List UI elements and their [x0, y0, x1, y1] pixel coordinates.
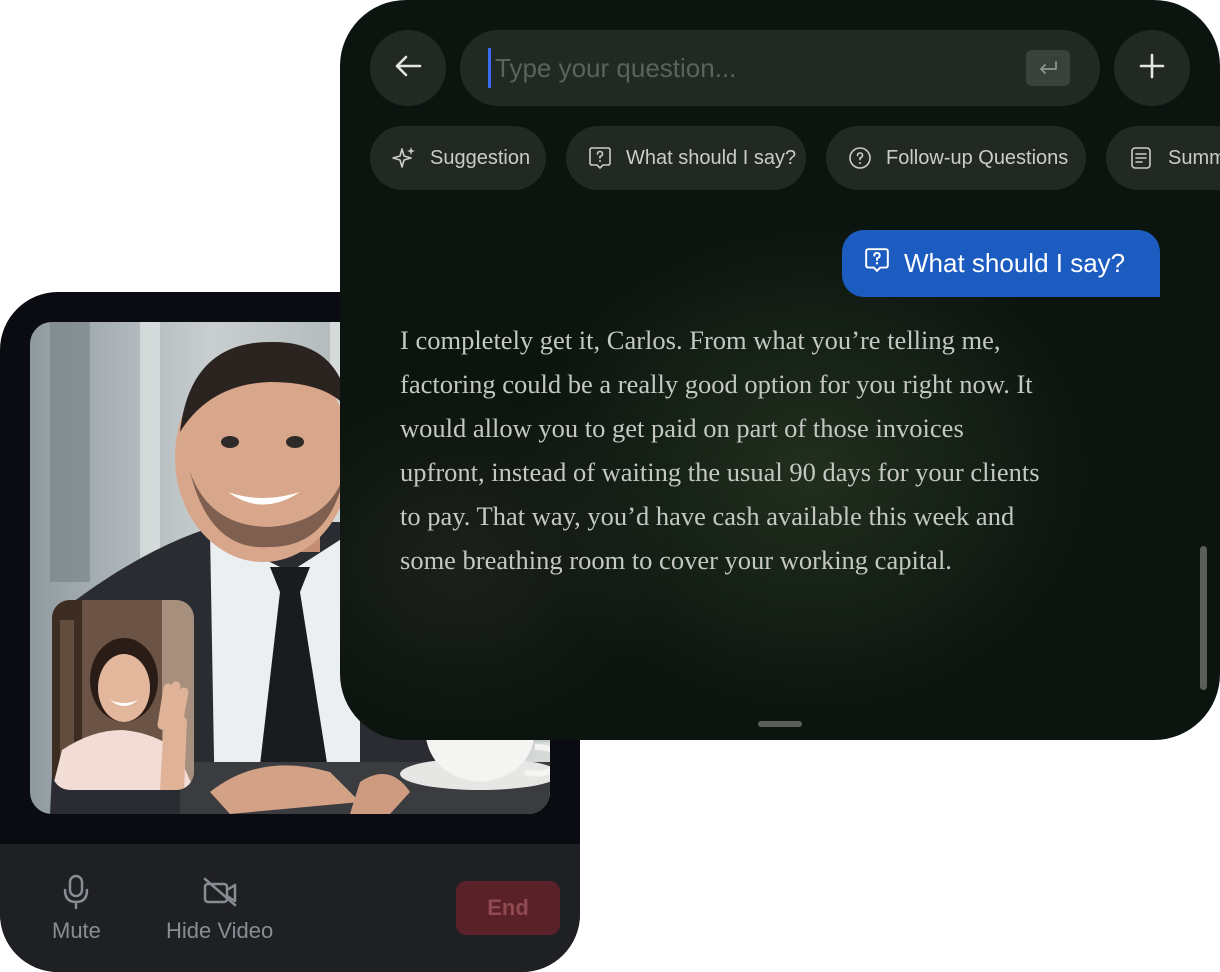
panel-drag-handle[interactable] — [758, 721, 802, 727]
reply-scrollbar[interactable] — [1200, 546, 1207, 690]
question-bubble-icon — [864, 247, 890, 280]
mute-label: Mute — [52, 918, 101, 943]
chip-what-should-i-say[interactable]: What should I say? — [566, 126, 806, 190]
arrow-left-icon — [394, 54, 422, 82]
plus-icon — [1139, 53, 1165, 83]
user-message-text: What should I say? — [904, 248, 1126, 278]
document-icon — [1128, 145, 1154, 171]
stage: Mute Hide Video End Type your question..… — [0, 0, 1220, 972]
chip-follow-up-questions-label: Follow-up Questions — [886, 146, 1069, 169]
chip-suggestion-label: Suggestion — [430, 146, 531, 169]
hide-video-button[interactable]: Hide Video — [166, 872, 273, 944]
question-search-bar[interactable] — [460, 30, 1100, 106]
add-button[interactable] — [1114, 30, 1190, 106]
video-off-icon — [200, 872, 240, 912]
microphone-icon — [56, 872, 96, 912]
chip-summary[interactable]: Summ — [1106, 126, 1220, 190]
enter-key-icon[interactable] — [1026, 50, 1070, 86]
chip-what-should-i-say-label: What should I say? — [626, 146, 797, 169]
assistant-panel: Suggestion What should I say? Follow-up … — [340, 0, 1220, 740]
text-caret — [488, 48, 491, 88]
hide-video-label: Hide Video — [166, 918, 274, 943]
question-bubble-icon — [588, 145, 612, 171]
call-controls-bar: Mute Hide Video End — [0, 844, 580, 972]
end-call-button[interactable]: End — [456, 881, 560, 935]
self-video-feed — [52, 600, 194, 790]
self-participant-illustration — [52, 600, 194, 790]
question-input[interactable] — [495, 52, 1015, 84]
chip-summary-label: Summ — [1168, 146, 1220, 169]
user-message-bubble: What should I say? — [842, 230, 1160, 297]
quick-action-chips: Suggestion What should I say? Follow-up … — [370, 126, 1220, 190]
sparkles-icon — [392, 145, 416, 171]
chip-follow-up-questions[interactable]: Follow-up Questions — [826, 126, 1086, 190]
mute-button[interactable]: Mute — [52, 872, 101, 944]
assistant-reply-text: I completely get it, Carlos. From what y… — [400, 325, 1040, 575]
back-button[interactable] — [370, 30, 446, 106]
chip-suggestion[interactable]: Suggestion — [370, 126, 546, 190]
question-circle-icon — [848, 145, 872, 171]
